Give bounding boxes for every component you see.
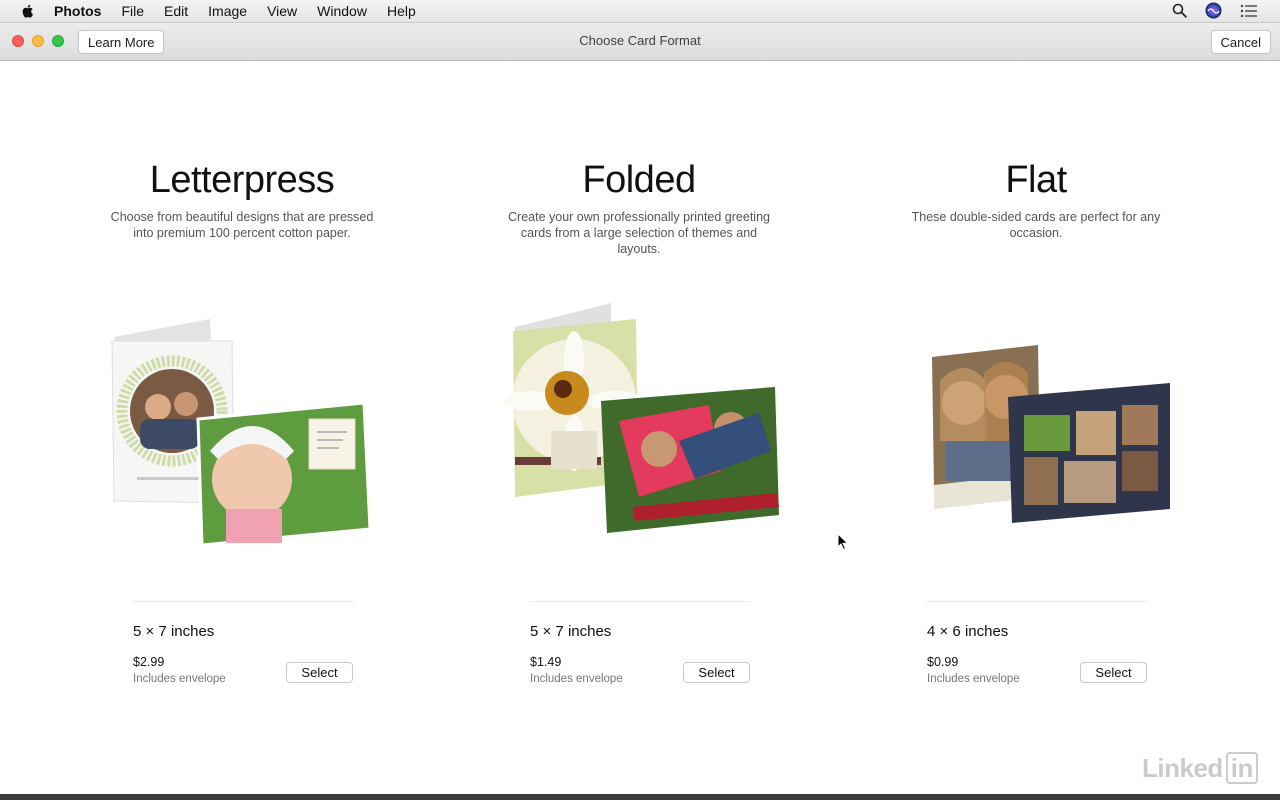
- menu-file[interactable]: File: [121, 3, 144, 19]
- mouse-pointer-icon: [837, 533, 849, 551]
- card-price-note: Includes envelope: [133, 673, 226, 685]
- menu-view[interactable]: View: [267, 3, 297, 19]
- window-title: Choose Card Format: [579, 33, 701, 48]
- card-size: 5 × 7 inches: [133, 623, 215, 640]
- card-price-note: Includes envelope: [927, 673, 1020, 685]
- card-description: These double-sided cards are perfect for…: [911, 210, 1161, 240]
- select-letterpress-button[interactable]: Select: [286, 662, 353, 683]
- cancel-button[interactable]: Cancel: [1210, 30, 1271, 54]
- card-title: Letterpress: [149, 159, 335, 201]
- card-size: 4 × 6 inches: [927, 623, 1009, 640]
- letterpress-card-preview-image: [111, 319, 372, 547]
- menu-photos[interactable]: Photos: [54, 3, 101, 19]
- menubar-status-area: [1172, 2, 1258, 19]
- divider: [132, 601, 354, 602]
- notification-center-icon[interactable]: [1240, 4, 1258, 18]
- watermark-badge: in: [1225, 752, 1258, 784]
- card-description: Create your own professionally printed g…: [508, 210, 770, 256]
- search-icon[interactable]: [1172, 3, 1187, 18]
- card-title: Flat: [1005, 159, 1067, 201]
- menu-help[interactable]: Help: [387, 3, 416, 19]
- divider: [529, 601, 751, 602]
- divider: [926, 601, 1148, 602]
- screen-bottom-edge: [0, 794, 1280, 800]
- card-description: Choose from beautiful designs that are p…: [110, 210, 374, 240]
- select-flat-button[interactable]: Select: [1080, 662, 1147, 683]
- siri-icon[interactable]: [1205, 2, 1222, 19]
- apple-icon[interactable]: [20, 3, 36, 19]
- linkedin-watermark-logo: Linked in: [1142, 752, 1258, 784]
- menu-window[interactable]: Window: [317, 3, 367, 19]
- menu-edit[interactable]: Edit: [164, 3, 188, 19]
- card-price-note: Includes envelope: [530, 673, 623, 685]
- card-title: Folded: [582, 159, 696, 201]
- watermark-text: Linked: [1142, 752, 1223, 783]
- menu-image[interactable]: Image: [208, 3, 247, 19]
- card-size: 5 × 7 inches: [530, 623, 612, 640]
- select-folded-button[interactable]: Select: [683, 662, 750, 683]
- flat-card-preview-image: [932, 345, 1170, 523]
- menu-bar: Photos File Edit Image View Window Help: [0, 0, 1280, 23]
- folded-card-preview-image: [504, 303, 779, 533]
- card-price: $2.99: [133, 655, 165, 669]
- card-price: $0.99: [927, 655, 959, 669]
- card-format-chooser: Letterpress Choose from beautiful design…: [0, 61, 1280, 794]
- card-price: $1.49: [530, 655, 562, 669]
- window-title-bar: Learn More Choose Card Format Cancel: [0, 23, 1280, 61]
